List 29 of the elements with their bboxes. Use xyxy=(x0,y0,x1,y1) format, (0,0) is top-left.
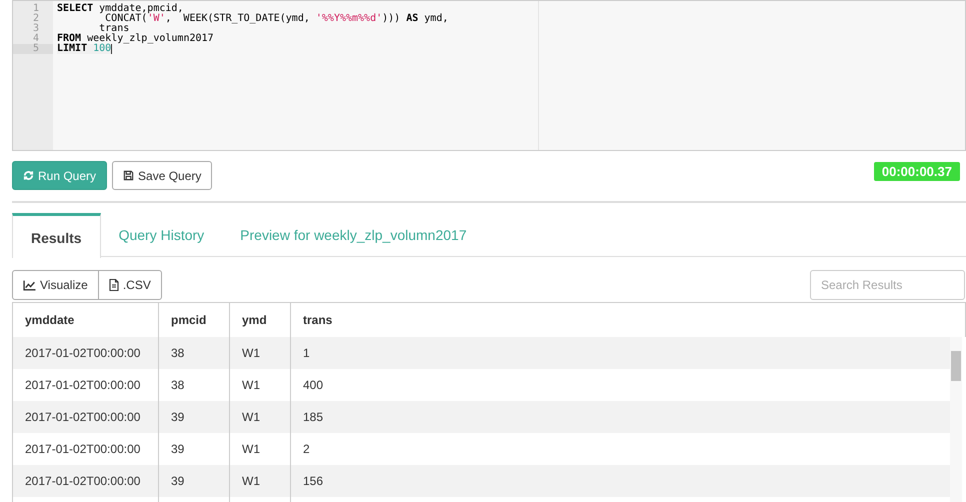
code-line: FROM weekly_zlp_volumn2017 xyxy=(57,34,214,44)
code-line: CONCAT('W', WEEK(STR_TO_DATE(ymd, '%%Y%%m%%d'))) AS ymd, xyxy=(105,14,448,24)
query-timer: 00:00:00.37 xyxy=(874,162,960,181)
line-number: 1 xyxy=(32,4,40,14)
table-cell: 2017-01-02T00:00:00 xyxy=(13,465,159,497)
scrollbar[interactable] xyxy=(950,337,962,502)
line-number: 2 xyxy=(32,14,40,24)
floppy-disk-icon xyxy=(123,170,134,181)
table-cell-text: 156 xyxy=(302,473,324,490)
table-cell: 39 xyxy=(159,465,230,497)
table-cell-text: 400 xyxy=(302,377,324,394)
tab[interactable]: Results xyxy=(12,213,101,258)
table-cell-text: 1 xyxy=(302,345,311,362)
code-editor[interactable]: 1 2 3 4 5 SELECT ymddate,pmcid, CONCAT('W', WEEK(STR_TO_DATE(ymd, '%%Y%%m%%d'))) AS ymd, trans FROM weekly_zlp_volumn2017 LIMIT 100 xyxy=(12,0,966,151)
code-line: SELECT ymddate,pmcid, xyxy=(57,4,184,14)
table-cell-text: 185 xyxy=(302,409,324,426)
file-icon xyxy=(108,279,119,291)
line-chart-icon xyxy=(23,280,36,290)
visualize-button[interactable]: Visualize xyxy=(12,270,99,300)
refresh-icon xyxy=(23,170,34,181)
csv-button[interactable]: .CSV xyxy=(98,270,162,300)
code-line: trans xyxy=(99,24,130,34)
line-number: 4 xyxy=(32,34,40,44)
save-query-button[interactable]: Save Query xyxy=(112,161,212,190)
line-number: 5 xyxy=(13,44,53,54)
table-cell: W1 xyxy=(230,465,291,497)
line-number: 3 xyxy=(32,24,40,34)
search-field[interactable]: Search Results xyxy=(810,270,965,300)
table-cell-text: 2 xyxy=(302,441,311,458)
